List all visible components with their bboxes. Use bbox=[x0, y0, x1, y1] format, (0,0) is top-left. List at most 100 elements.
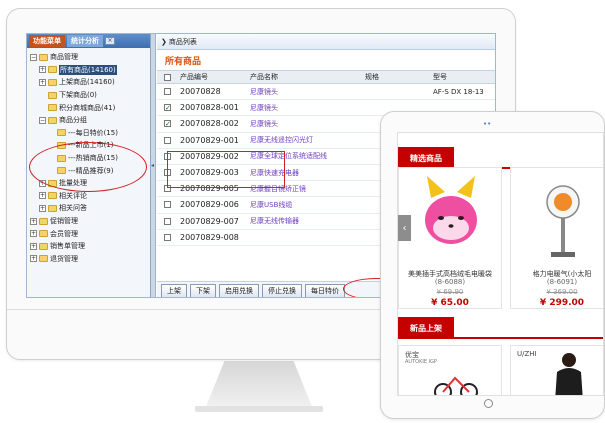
tree-node-label[interactable]: 下架商品(0) bbox=[59, 90, 97, 100]
tree-node-label[interactable]: 销售单管理 bbox=[50, 241, 85, 251]
enable-exchange-button[interactable]: 启用兑换 bbox=[219, 283, 259, 297]
product-name-link[interactable]: 尼康镜头 bbox=[250, 103, 365, 113]
folder-icon bbox=[48, 116, 57, 124]
product-name-link[interactable]: 尼康镜头 bbox=[250, 119, 365, 129]
product-card[interactable]: 格力电暖气(小太阳 (8-6091) ¥ 369.00 ¥ 299.00 bbox=[510, 167, 603, 309]
row-checkbox[interactable] bbox=[164, 136, 171, 144]
tab-statistics[interactable]: 统计分析 bbox=[67, 35, 103, 47]
expand-icon[interactable]: + bbox=[39, 78, 46, 86]
tree-node[interactable]: + 所有商品(14160) bbox=[27, 64, 150, 77]
section-featured: 精选商品 bbox=[398, 147, 603, 169]
page-title: 所有商品 bbox=[165, 56, 202, 67]
row-checkbox[interactable]: ✓ bbox=[164, 104, 171, 112]
row-checkbox[interactable] bbox=[164, 201, 171, 209]
tree-node-label[interactable]: ---每日特价(15) bbox=[68, 128, 118, 138]
folder-icon bbox=[57, 129, 66, 137]
highlight-circle bbox=[29, 142, 147, 192]
product-model: AF-S DX 18-13 bbox=[433, 87, 484, 96]
collapse-icon[interactable]: − bbox=[39, 116, 46, 124]
col-code: 产品编号 bbox=[180, 73, 208, 81]
tab-function-menu[interactable]: 功能菜单 bbox=[29, 35, 65, 47]
expand-icon[interactable]: + bbox=[39, 192, 46, 200]
list-icon: ❯ bbox=[161, 37, 167, 46]
daily-special-button[interactable]: 每日特价 bbox=[305, 283, 345, 297]
panel-splitter[interactable]: ◂ bbox=[151, 34, 156, 297]
expand-icon[interactable]: + bbox=[30, 242, 37, 250]
row-checkbox[interactable] bbox=[164, 88, 171, 96]
tree-node[interactable]: + 相关问答 bbox=[27, 202, 150, 215]
list-header-bar: ❯ 商品列表 bbox=[157, 34, 495, 50]
tree-node[interactable]: + 销售单管理 bbox=[27, 240, 150, 253]
tree-node-label[interactable]: 相关问答 bbox=[59, 203, 87, 213]
expand-icon[interactable] bbox=[39, 104, 46, 111]
tree-node-label[interactable]: 促销管理 bbox=[50, 216, 78, 226]
tree-node[interactable]: − 商品管理 bbox=[27, 51, 150, 64]
tree-node-label[interactable]: 会员管理 bbox=[50, 229, 78, 239]
tree-node[interactable]: − 商品分组 bbox=[27, 114, 150, 127]
collapse-arrow-icon[interactable]: ◂ bbox=[151, 162, 154, 169]
expand-icon[interactable] bbox=[48, 129, 55, 136]
expand-icon[interactable]: + bbox=[30, 230, 37, 238]
tree-node[interactable]: + 会员管理 bbox=[27, 227, 150, 240]
section-new: 新品上架 bbox=[398, 317, 603, 339]
folder-icon bbox=[39, 242, 48, 250]
folder-icon bbox=[39, 255, 48, 263]
select-all-checkbox[interactable] bbox=[164, 73, 171, 81]
tablet-screen: 精选商品 美美插手式高档绒毛电暖袋 (8-6088) ¥ 69.90 ¥ 65.… bbox=[397, 132, 604, 396]
tree-node[interactable]: ---每日特价(15) bbox=[27, 127, 150, 140]
tree-node-label[interactable]: 商品分组 bbox=[59, 115, 87, 125]
tree-node-label[interactable]: 相关评论 bbox=[59, 191, 87, 201]
product-code: 20070829-008 bbox=[180, 232, 239, 242]
tree-node[interactable]: + 上架商品(14160) bbox=[27, 76, 150, 89]
close-icon[interactable]: × bbox=[105, 37, 115, 45]
expand-icon[interactable]: + bbox=[39, 66, 46, 74]
tree-node-label[interactable]: 所有商品(14160) bbox=[59, 64, 117, 75]
product-code: 20070829-007 bbox=[180, 216, 239, 226]
highlight-box bbox=[167, 151, 285, 188]
product-old-price: ¥ 69.90 bbox=[436, 288, 464, 296]
new-item-card[interactable]: U/ZHI bbox=[510, 345, 603, 395]
tree-node[interactable]: 下架商品(0) bbox=[27, 89, 150, 102]
tree-node[interactable]: + 促销管理 bbox=[27, 215, 150, 228]
table-header: 产品编号 产品名称 规格 型号 bbox=[157, 70, 495, 84]
expand-icon[interactable] bbox=[39, 92, 46, 99]
home-button[interactable] bbox=[484, 399, 493, 408]
section-new-title: 新品上架 bbox=[398, 317, 454, 339]
folder-icon bbox=[48, 66, 57, 74]
folder-icon bbox=[48, 104, 57, 112]
list-header-title: 商品列表 bbox=[168, 37, 197, 46]
expand-icon[interactable]: + bbox=[30, 255, 37, 263]
collapse-icon[interactable]: − bbox=[30, 53, 37, 61]
product-name-link[interactable]: 尼康无线传输器 bbox=[250, 216, 365, 226]
table-row[interactable]: 20070828 尼康镜头 AF-S DX 18-13 bbox=[157, 84, 495, 101]
stop-exchange-button[interactable]: 停止兑换 bbox=[262, 283, 302, 297]
monitor-stand bbox=[205, 361, 313, 409]
product-name-link[interactable]: 尼康镜头 bbox=[250, 87, 365, 97]
product-price: ¥ 299.00 bbox=[539, 298, 585, 308]
product-name-link[interactable]: 尼康USB线缆 bbox=[250, 200, 365, 210]
left-tab-bar: 功能菜单 统计分析 × bbox=[27, 34, 150, 48]
expand-icon[interactable]: + bbox=[30, 217, 37, 225]
tree-node[interactable]: 积分商城商品(41) bbox=[27, 101, 150, 114]
product-old-price: ¥ 369.00 bbox=[546, 288, 578, 296]
tree-node-label[interactable]: 上架商品(14160) bbox=[59, 77, 115, 87]
tree-node-label[interactable]: 积分商城商品(41) bbox=[59, 103, 115, 113]
folder-icon bbox=[39, 53, 48, 61]
tree-node[interactable]: + 退货管理 bbox=[27, 253, 150, 266]
monitor-stand-base bbox=[195, 406, 323, 412]
product-code: (8-6088) bbox=[434, 278, 466, 286]
tree-node-label[interactable]: 退货管理 bbox=[50, 254, 78, 264]
carousel-prev-arrow[interactable]: ‹ bbox=[398, 215, 411, 241]
product-card[interactable]: 美美插手式高档绒毛电暖袋 (8-6088) ¥ 69.90 ¥ 65.00 bbox=[398, 167, 502, 309]
row-checkbox[interactable]: ✓ bbox=[164, 120, 171, 128]
row-checkbox[interactable] bbox=[164, 233, 171, 241]
row-checkbox[interactable] bbox=[164, 217, 171, 225]
new-item-card[interactable]: 优宝 AUTOKIE IGP bbox=[398, 345, 502, 395]
expand-icon[interactable]: + bbox=[39, 204, 46, 212]
fox-warmer-image bbox=[425, 176, 477, 244]
product-name-link[interactable]: 尼康无线遥控闪光灯 bbox=[250, 135, 365, 145]
tree-node-label[interactable]: 商品管理 bbox=[50, 52, 78, 62]
up-shelf-button[interactable]: 上架 bbox=[161, 283, 187, 297]
down-shelf-button[interactable]: 下架 bbox=[190, 283, 216, 297]
col-name: 产品名称 bbox=[250, 73, 278, 81]
